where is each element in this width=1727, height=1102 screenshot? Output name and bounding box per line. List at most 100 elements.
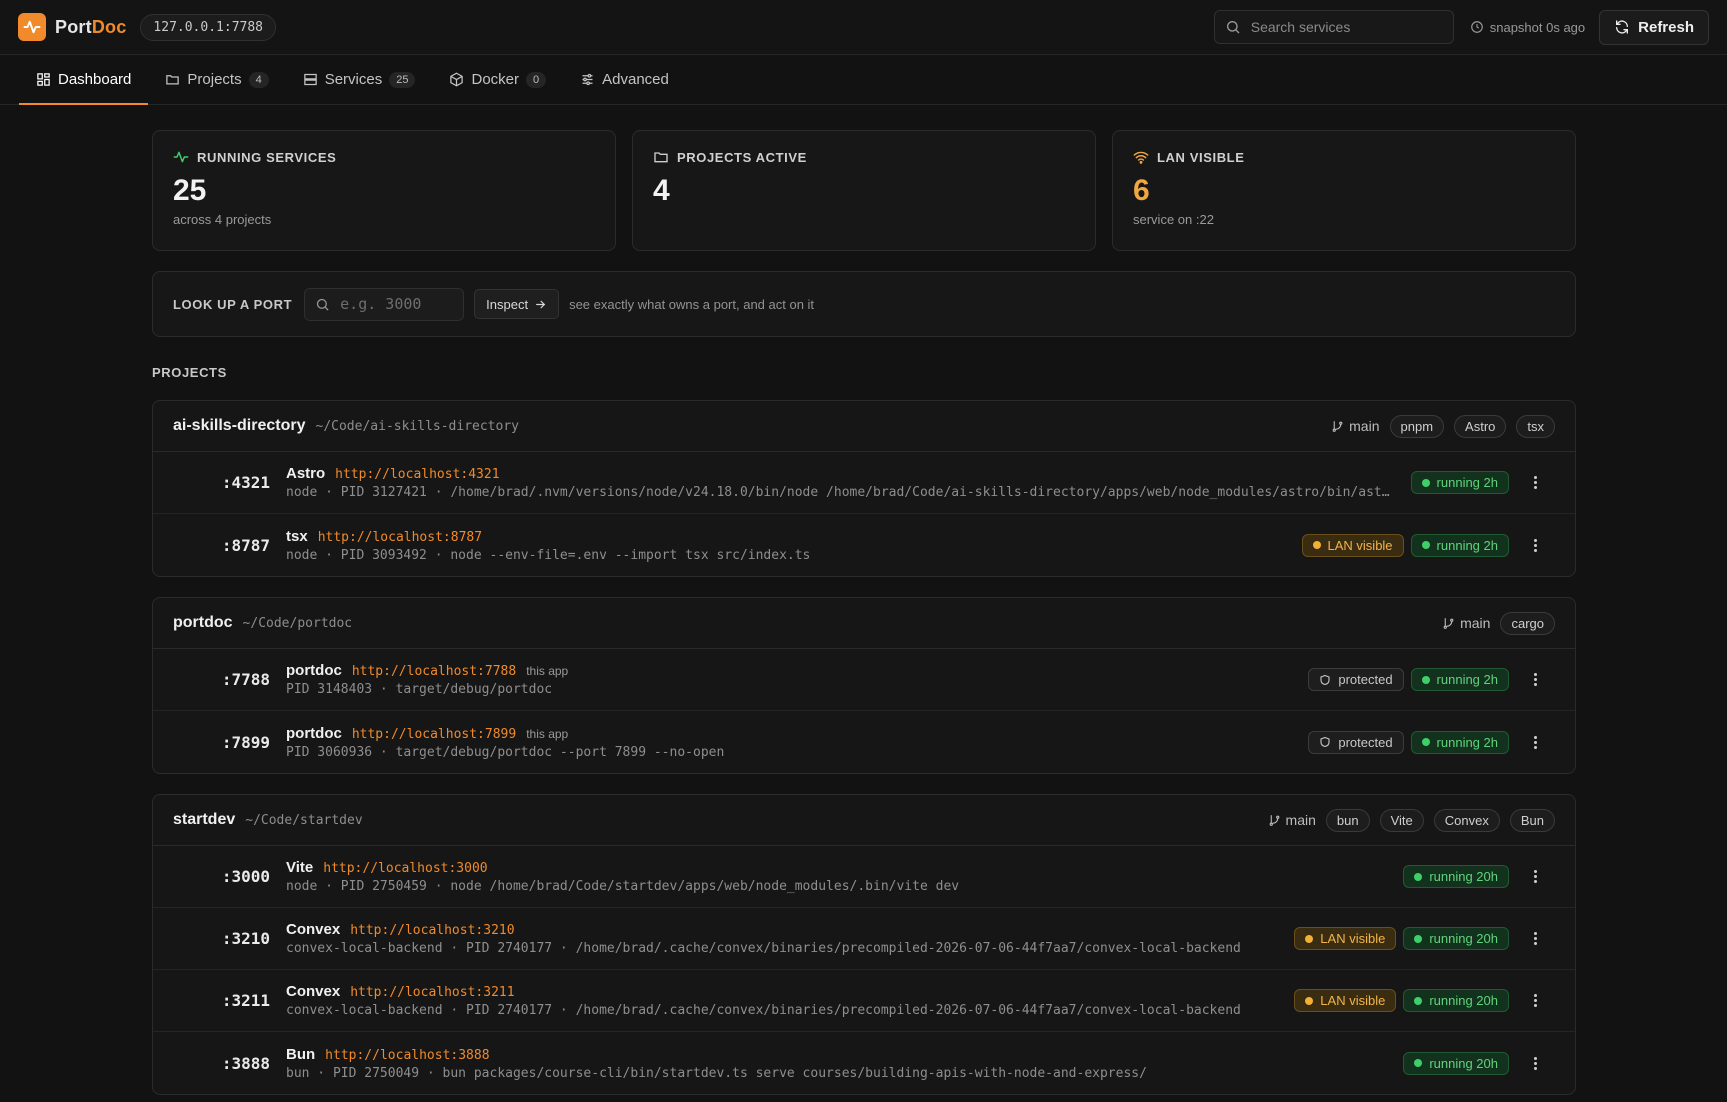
more-menu-icon[interactable]	[1527, 870, 1543, 883]
shield-icon	[1320, 674, 1330, 685]
snapshot-text: snapshot 0s ago	[1489, 19, 1586, 35]
service-name: Bun	[286, 1045, 316, 1063]
project-tag: bun	[1325, 808, 1370, 832]
port-lookup-field[interactable]	[304, 287, 465, 321]
more-menu-icon[interactable]	[1527, 476, 1543, 489]
projects-heading: PROJECTS	[152, 365, 227, 380]
status-dot	[1414, 872, 1423, 881]
project-tag: tsx	[1516, 414, 1555, 438]
service-row[interactable]: :4321 Astro http://localhost:4321 node ·…	[153, 452, 1575, 514]
project-path: ~/Code/portdoc	[242, 615, 353, 631]
search-box[interactable]	[1213, 10, 1454, 44]
running-badge: running 20h	[1403, 989, 1509, 1012]
status-dot	[1421, 478, 1430, 487]
wifi-icon	[1133, 151, 1149, 164]
project-tag: Vite	[1379, 808, 1424, 832]
service-name: Convex	[286, 983, 341, 1000]
project-header[interactable]: portdoc ~/Code/portdoc main cargo	[153, 598, 1575, 649]
running-badge: running 2h	[1410, 730, 1509, 754]
running-badge: running 20h	[1403, 927, 1509, 950]
service-badges: LAN visible running 20h	[1294, 927, 1509, 950]
running-badge: running 2h	[1410, 471, 1509, 494]
badge-label: protected	[1338, 734, 1393, 750]
service-row[interactable]: :3000 Vite http://localhost:3000 node · …	[153, 846, 1575, 908]
project-tag: Bun	[1509, 808, 1555, 832]
tab-docker[interactable]: Docker 0	[432, 55, 563, 104]
inspect-button[interactable]: Inspect	[474, 289, 560, 319]
more-menu-icon[interactable]	[1527, 735, 1543, 749]
badge-label: running 20h	[1429, 869, 1498, 884]
service-row[interactable]: :3211 Convex http://localhost:3211 conve…	[153, 970, 1575, 1032]
refresh-icon	[1616, 20, 1629, 34]
badge-label: running 20h	[1429, 931, 1498, 946]
folder-icon	[654, 152, 668, 163]
status-dot	[1414, 934, 1423, 943]
service-url-link[interactable]: http://localhost:8787	[318, 530, 482, 545]
arrow-right-icon	[536, 300, 546, 308]
service-port: :7788	[221, 670, 270, 689]
service-badges: LAN visible running 20h	[1294, 989, 1509, 1012]
git-branch-icon	[1443, 617, 1454, 629]
service-url-link[interactable]: http://localhost:3211	[350, 985, 514, 1000]
protected-badge: protected	[1308, 730, 1404, 754]
git-branch-icon	[1332, 420, 1343, 432]
port-lookup-input[interactable]	[340, 295, 451, 313]
service-badges: protected running 2h	[1308, 730, 1509, 754]
search-input[interactable]	[1250, 19, 1431, 35]
top-bar: PortDoc 127.0.0.1:7788 snapshot 0s ago R…	[0, 0, 1727, 55]
service-port: :3888	[221, 1053, 270, 1073]
service-row[interactable]: :3888 Bun http://localhost:3888 bun · PI…	[153, 1032, 1575, 1094]
service-url-link[interactable]: http://localhost:3888	[325, 1048, 489, 1063]
tab-count: 25	[389, 71, 416, 88]
service-command: PID 3060936 · target/debug/portdoc --por…	[286, 744, 725, 760]
running-badge: running 20h	[1403, 1051, 1509, 1075]
service-url-link[interactable]: http://localhost:3210	[350, 923, 514, 938]
tab-advanced[interactable]: Advanced	[563, 55, 686, 104]
more-menu-icon[interactable]	[1527, 1056, 1543, 1070]
service-command: PID 3148403 · target/debug/portdoc	[286, 682, 553, 697]
more-menu-icon[interactable]	[1527, 932, 1543, 945]
project-tag: Convex	[1433, 808, 1500, 832]
service-url-link[interactable]: http://localhost:7788	[352, 664, 516, 679]
running-badge: running 2h	[1410, 533, 1509, 557]
more-menu-icon[interactable]	[1527, 673, 1543, 686]
service-url-link[interactable]: http://localhost:4321	[335, 467, 499, 482]
badge-label: running 20h	[1429, 1055, 1498, 1071]
snapshot-status: snapshot 0s ago	[1470, 20, 1585, 35]
more-menu-icon[interactable]	[1527, 994, 1543, 1007]
lookup-hint: see exactly what owns a port, and act on…	[569, 296, 815, 312]
service-url-link[interactable]: http://localhost:3000	[323, 861, 487, 876]
server-icon	[303, 73, 317, 86]
service-name: tsx	[286, 527, 308, 545]
address-pill: 127.0.0.1:7788	[140, 13, 276, 41]
service-name: portdoc	[286, 662, 342, 679]
tab-projects[interactable]: Projects 4	[148, 55, 285, 104]
service-name: Astro	[286, 465, 326, 482]
badge-label: LAN visible	[1320, 931, 1386, 946]
refresh-button[interactable]: Refresh	[1599, 9, 1709, 45]
project-header[interactable]: startdev ~/Code/startdev main bun Vite Con…	[153, 795, 1575, 846]
service-url-link[interactable]: http://localhost:7899	[352, 727, 516, 742]
status-dot	[1305, 996, 1314, 1005]
service-row[interactable]: :7788 portdoc http://localhost:7788 this…	[153, 649, 1575, 711]
project-tag: pnpm	[1389, 414, 1445, 438]
service-row[interactable]: :8787 tsx http://localhost:8787 node · P…	[153, 514, 1575, 576]
service-badges: running 20h	[1403, 865, 1509, 888]
tab-bar: Dashboard Projects 4 Services 25 Docker …	[0, 55, 1727, 105]
tab-services[interactable]: Services 25	[286, 55, 433, 104]
search-icon	[317, 298, 329, 311]
branch-name: main	[1460, 615, 1491, 631]
project-branch: main	[1268, 812, 1316, 828]
stat-label: LAN VISIBLE	[1157, 149, 1245, 165]
stats-row: RUNNING SERVICES 25 across 4 projects PR…	[152, 130, 1576, 251]
project-name: ai-skills-directory	[173, 417, 306, 434]
service-row[interactable]: :3210 Convex http://localhost:3210 conve…	[153, 908, 1575, 970]
service-port: :3210	[221, 929, 270, 948]
more-menu-icon[interactable]	[1527, 538, 1543, 552]
tab-count: 0	[526, 71, 547, 88]
tab-dashboard[interactable]: Dashboard	[19, 55, 149, 105]
lan-visible-badge: LAN visible	[1294, 989, 1397, 1012]
project-header[interactable]: ai-skills-directory ~/Code/ai-skills-dir…	[153, 401, 1575, 452]
service-badges: running 2h	[1410, 471, 1509, 494]
service-row[interactable]: :7899 portdoc http://localhost:7899 this…	[153, 711, 1575, 773]
